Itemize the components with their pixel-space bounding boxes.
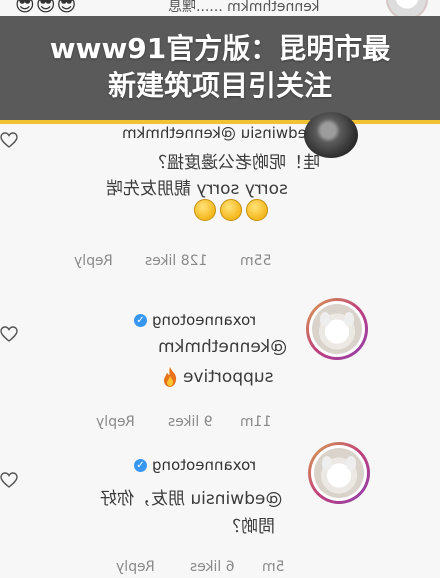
comment-1-emoji-row [190, 199, 268, 221]
roxanneotong-avatar[interactable] [306, 298, 368, 360]
comment-3-text-line-2: 問啲？ [224, 517, 275, 537]
comment-1-text-line-2: sorry sorry 靚朋友先啱 [106, 179, 288, 199]
headline-line-2: 新建筑项目引关注 [107, 69, 332, 102]
verified-badge-icon: ✓ [134, 459, 147, 472]
cat-avatar-image [312, 304, 362, 354]
comment-2-mention[interactable]: @kennethmkm [158, 337, 287, 357]
comment-1-reply-button[interactable]: Reply [74, 253, 113, 269]
previous-comment-text: kennethmkm ......嘿息 [168, 0, 320, 15]
comment-3-reply-button[interactable]: Reply [116, 559, 155, 575]
comment-2-timestamp: 11m [240, 414, 272, 430]
comment-3-username[interactable]: roxanneotong [152, 456, 256, 474]
sunglasses-emoji-group: 😎😎😎 [14, 0, 77, 16]
roxanneotong-avatar[interactable] [308, 442, 370, 504]
comment-2-text: supportive [183, 367, 274, 387]
comment-1-timestamp: 55m [240, 253, 272, 269]
emoji-face-icon [220, 199, 242, 221]
comment-2-reply-button[interactable]: Reply [96, 414, 135, 430]
fire-emoji-icon [164, 367, 177, 387]
like-heart-icon[interactable] [0, 326, 18, 342]
previous-comment-row: 😎😎😎 kennethmkm ......嘿息 [0, 0, 440, 20]
verified-badge-icon: ✓ [134, 314, 147, 327]
headline-banner: www91官方版：昆明市最 新建筑项目引关注 [0, 16, 440, 120]
comment-1-username[interactable]: edwinsiu @kennethmkm [122, 124, 307, 142]
comment-1-likes[interactable]: 128 likes [145, 253, 207, 269]
cat-avatar-image [314, 448, 364, 498]
comment-1-text-line-1: 哇！呢啲老公邊度搵？ [150, 153, 320, 173]
headline-line-1: www91官方版：昆明市最 [49, 32, 391, 65]
comment-3-likes[interactable]: 6 likes [190, 559, 235, 575]
comment-2-likes[interactable]: 9 likes [168, 414, 213, 430]
comment-3-text-line-1: @edwinsiu 朋友，你好 [100, 489, 283, 509]
comment-3-timestamp: 5m [262, 559, 285, 575]
emoji-face-icon [194, 199, 216, 221]
comment-2-username[interactable]: roxanneotong [152, 311, 256, 329]
like-heart-icon[interactable] [0, 472, 18, 488]
like-heart-icon[interactable] [0, 132, 18, 148]
emoji-face-icon [246, 199, 268, 221]
